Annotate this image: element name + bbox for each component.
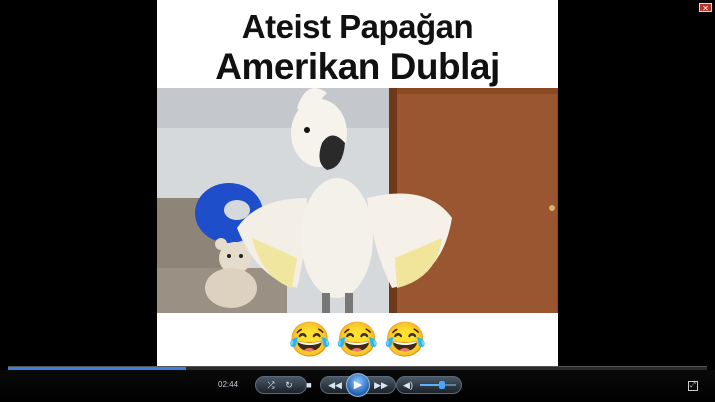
control-bar: 02:44 ⤮ ↻ ■ ◀◀ ▶▶ ▶ ◀) ⤢ [0, 370, 715, 402]
play-icon[interactable]: ▶ [346, 373, 370, 397]
close-icon[interactable]: ✕ [699, 3, 712, 13]
shuffle-icon[interactable]: ⤮ [262, 377, 280, 393]
elapsed-time: 02:44 [218, 380, 239, 389]
stop-icon[interactable]: ■ [300, 377, 318, 393]
video-title-line2: Amerikan Dublaj [215, 46, 500, 87]
fullscreen-icon[interactable]: ⤢ [688, 381, 698, 391]
cockatoo-scene-image [157, 88, 558, 313]
fast-forward-icon[interactable]: ▶▶ [371, 377, 391, 393]
video-title-line1: Ateist Papağan [241, 8, 474, 45]
repeat-icon[interactable]: ↻ [280, 377, 298, 393]
volume-slider-thumb[interactable] [438, 381, 445, 389]
emoji-row: 😂 😂 😂 [157, 318, 558, 362]
volume-slider[interactable] [420, 381, 456, 389]
rewind-icon[interactable]: ◀◀ [325, 377, 345, 393]
laughing-emoji: 😂 [384, 321, 427, 359]
video-frame[interactable]: Ateist Papağan Amerikan Dublaj 😂 😂 😂 [157, 0, 558, 370]
laughing-emoji: 😂 [288, 321, 331, 359]
laughing-emoji: 😂 [336, 321, 379, 359]
speaker-icon[interactable]: ◀) [399, 377, 417, 393]
video-scene [157, 88, 558, 313]
